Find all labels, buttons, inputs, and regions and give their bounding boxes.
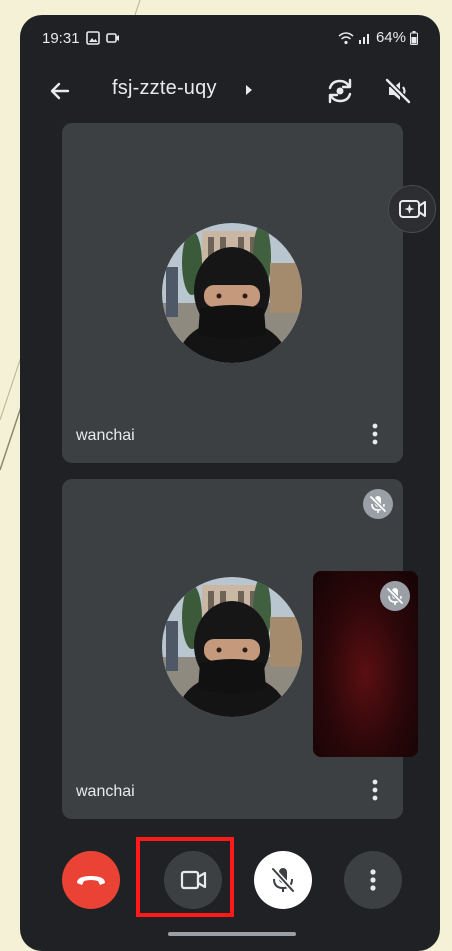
signal-icon: [358, 31, 372, 45]
app-bar: fsj-zzte-uqy: [20, 67, 440, 115]
more-vert-icon[interactable]: [363, 775, 387, 805]
effects-button[interactable]: [388, 185, 436, 233]
participant-name: wanchai: [76, 783, 135, 800]
effects-icon: [389, 186, 435, 232]
status-time: 19:31: [42, 30, 80, 47]
home-indicator[interactable]: [168, 932, 296, 936]
participant-tile[interactable]: wanchai: [62, 123, 403, 463]
meeting-code[interactable]: fsj-zzte-uqy: [112, 77, 217, 100]
gallery-notification-icon: [86, 31, 100, 45]
participant-avatar: [162, 223, 302, 363]
wifi-icon: [338, 31, 354, 45]
caret-right-icon[interactable]: [244, 83, 254, 97]
battery-percent: 64%: [375, 29, 406, 46]
participant-name: wanchai: [76, 427, 135, 444]
more-options-button[interactable]: [344, 851, 402, 909]
self-view-tile[interactable]: [313, 571, 418, 757]
mic-toggle-button[interactable]: [254, 851, 312, 909]
speaker-muted-icon[interactable]: [382, 75, 414, 107]
mic-off-badge: [363, 489, 393, 519]
status-bar: 19:31 64%: [20, 15, 440, 61]
camera-notification-icon: [106, 31, 120, 45]
arrow-left-icon[interactable]: [46, 77, 74, 105]
hang-up-icon: [62, 851, 120, 909]
more-vert-icon[interactable]: [363, 419, 387, 449]
phone-screen: 19:31 64% fsj-zzte-uqy wanchai wanchai: [20, 15, 440, 951]
end-call-button[interactable]: [62, 851, 120, 909]
switch-camera-icon[interactable]: [324, 75, 356, 107]
participant-avatar: [162, 577, 302, 717]
mic-off-icon: [254, 851, 312, 909]
battery-icon: [410, 30, 418, 45]
more-vert-icon: [344, 851, 402, 909]
mic-off-badge: [380, 581, 410, 611]
camera-button-highlight: [136, 837, 234, 917]
